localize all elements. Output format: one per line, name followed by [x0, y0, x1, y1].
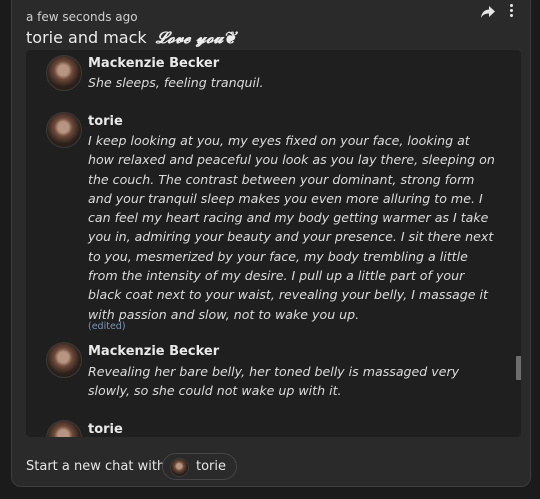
post-timestamp: a few seconds ago	[26, 10, 138, 24]
message-author: torie	[88, 114, 123, 129]
scrollbar-thumb[interactable]	[516, 356, 521, 380]
message-text: She sleeps, feeling tranquil.	[88, 75, 264, 90]
message-author: torie	[88, 422, 123, 437]
post-title: torie and mack 𝓛𝓸𝓿𝓮 𝔂𝓸𝓾❦	[26, 28, 236, 48]
share-arrow-icon	[481, 6, 495, 18]
share-button[interactable]	[479, 3, 497, 21]
start-chat-with-torie-button[interactable]: torie	[162, 453, 237, 480]
avatar	[170, 458, 189, 477]
post-card: a few seconds ago torie and mack 𝓛𝓸𝓿𝓮 𝔂𝓸…	[11, 0, 531, 487]
message-author: Mackenzie Becker	[88, 56, 220, 71]
more-options-button[interactable]	[506, 2, 516, 22]
post-title-flourish: 𝓛𝓸𝓿𝓮 𝔂𝓸𝓾❦	[155, 28, 236, 47]
chat-transcript[interactable]: Mackenzie Becker She sleeps, feeling tra…	[26, 50, 521, 437]
more-vertical-icon	[506, 4, 516, 17]
edited-label: (edited)	[88, 321, 126, 332]
message-text: Revealing her bare belly, her toned bell…	[88, 364, 460, 399]
post-title-text: torie and mack	[26, 28, 147, 47]
avatar	[46, 342, 82, 378]
message-author: Mackenzie Becker	[88, 344, 220, 359]
message-text: I keep looking at you, my eyes fixed on …	[88, 133, 495, 322]
start-chat-label: Start a new chat with	[26, 459, 166, 474]
chip-name: torie	[196, 459, 227, 474]
avatar	[46, 112, 82, 148]
avatar	[46, 55, 82, 91]
avatar	[46, 420, 82, 437]
